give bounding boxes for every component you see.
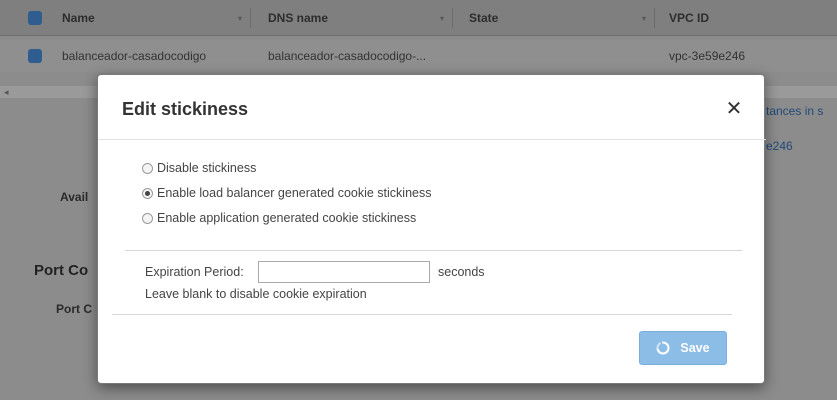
scroll-left-icon[interactable]: ◂ — [4, 86, 9, 98]
sort-icon[interactable]: ▾ — [440, 14, 444, 23]
radio-label: Disable stickiness — [157, 161, 257, 175]
save-button[interactable]: Save — [639, 331, 727, 365]
expiration-period-input[interactable] — [258, 261, 430, 283]
radio-label: Enable application generated cookie stic… — [157, 211, 417, 225]
background-port-label: Port C — [56, 302, 92, 316]
row-name: balanceador-casadocodigo — [62, 49, 207, 63]
spinner-icon — [656, 341, 670, 355]
background-availability-label: Avail — [60, 190, 89, 204]
background-link[interactable]: tances in s — [766, 104, 823, 118]
background-vpc-link[interactable]: e246 — [766, 139, 793, 153]
table-header: Name ▾ DNS name ▾ State ▾ VPC ID — [0, 0, 837, 36]
row-vpc-id: vpc-3e59e246 — [669, 49, 746, 63]
column-divider — [452, 8, 453, 28]
close-icon[interactable]: ✕ — [723, 99, 745, 121]
column-header-state[interactable]: State — [469, 11, 498, 25]
column-header-name[interactable]: Name — [62, 11, 95, 25]
header-divider — [98, 139, 766, 140]
radio-application-cookie[interactable]: Enable application generated cookie stic… — [142, 211, 416, 225]
radio-load-balancer-cookie[interactable]: Enable load balancer generated cookie st… — [142, 186, 431, 200]
edit-stickiness-dialog: Edit stickiness ✕ Disable stickiness Ena… — [97, 74, 766, 384]
table-row[interactable]: balanceador-casadocodigo balanceador-cas… — [0, 40, 837, 72]
radio-button-icon[interactable] — [142, 212, 153, 224]
footer-divider — [112, 314, 732, 315]
radio-disable-stickiness[interactable]: Disable stickiness — [142, 161, 256, 175]
background-port-section-heading: Port Co — [34, 262, 89, 279]
radio-button-selected-icon[interactable] — [142, 187, 153, 199]
sort-icon[interactable]: ▾ — [642, 14, 646, 23]
column-divider — [250, 8, 251, 28]
sort-icon[interactable]: ▾ — [238, 14, 242, 23]
row-checkbox[interactable] — [28, 49, 42, 63]
column-header-vpc-id[interactable]: VPC ID — [669, 11, 709, 25]
expiration-hint: Leave blank to disable cookie expiration — [145, 287, 367, 301]
column-header-dns-name[interactable]: DNS name — [268, 11, 328, 25]
column-divider — [654, 8, 655, 28]
options-divider — [125, 250, 742, 251]
radio-button-icon[interactable] — [142, 162, 153, 174]
expiration-period-label: Expiration Period: — [145, 265, 244, 279]
dialog-title: Edit stickiness — [122, 99, 249, 119]
row-dns-name: balanceador-casadocodigo-... — [268, 49, 427, 63]
select-all-checkbox[interactable] — [28, 11, 42, 25]
save-button-label: Save — [680, 341, 710, 355]
expiration-unit-label: seconds — [438, 265, 485, 279]
radio-label: Enable load balancer generated cookie st… — [157, 186, 432, 200]
